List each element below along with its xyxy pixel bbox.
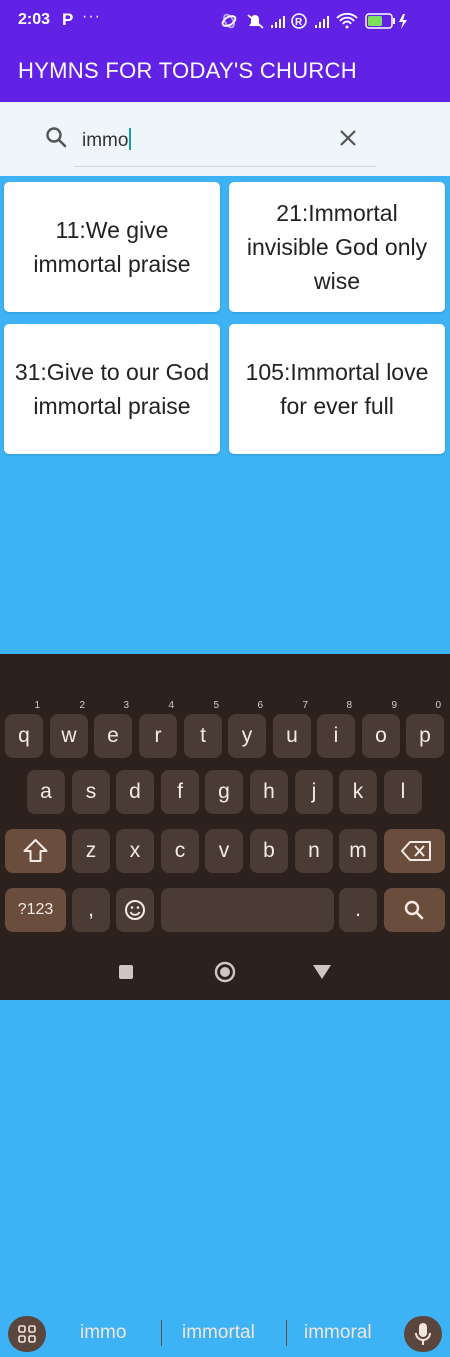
suggestion-word[interactable]: immortal (182, 1322, 255, 1344)
key-label: t (200, 724, 206, 747)
svg-text:R: R (295, 17, 303, 28)
backspace-key[interactable] (384, 829, 445, 873)
key-t[interactable]: t5 (184, 700, 222, 758)
app-title: HYMNS FOR TODAY'S CHURCH (18, 58, 357, 83)
key-hint: 3 (123, 700, 129, 711)
p-notification-icon: P (62, 10, 74, 29)
key-label: y (241, 724, 253, 747)
key-s[interactable]: s (72, 770, 110, 814)
app-bar: HYMNS FOR TODAY'S CHURCH (0, 40, 450, 102)
back-icon[interactable] (313, 965, 331, 979)
more-notifications-icon: ··· (82, 8, 101, 25)
suggestion-word[interactable]: immo (80, 1322, 126, 1344)
nav-buttons (119, 961, 331, 983)
hymn-card-label: 105:Immortal love for ever full (245, 359, 429, 419)
key-period[interactable]: . (339, 888, 377, 932)
hymn-card[interactable]: 31:Give to our God immortal praise (4, 324, 220, 454)
key-hint: 1 (34, 700, 40, 711)
key-w[interactable]: w2 (50, 700, 88, 758)
key-l[interactable]: l (384, 770, 422, 814)
symbols-key[interactable]: ?123 (5, 888, 66, 932)
voice-input-button[interactable] (404, 1316, 442, 1352)
hymn-card-label: 31:Give to our God immortal praise (14, 359, 210, 419)
backspace-icon (401, 841, 431, 861)
key-c[interactable]: c (161, 829, 199, 873)
key-hint: 6 (257, 700, 263, 711)
key-p[interactable]: p0 (406, 700, 444, 758)
key-comma[interactable]: , (72, 888, 110, 932)
close-icon[interactable] (337, 127, 359, 149)
system-navigation-bar (0, 944, 450, 1000)
emoji-key[interactable] (116, 888, 154, 932)
key-k[interactable]: k (339, 770, 377, 814)
microphone-icon (415, 1323, 431, 1345)
hymn-card[interactable]: 105:Immortal love for ever full (229, 324, 445, 454)
key-i[interactable]: i8 (317, 700, 355, 758)
suggestion-divider (286, 1320, 287, 1346)
key-b[interactable]: b (250, 829, 288, 873)
key-q[interactable]: q1 (5, 700, 43, 758)
status-icons: R (219, 10, 434, 35)
key-e[interactable]: e3 (94, 700, 132, 758)
key-j[interactable]: j (295, 770, 333, 814)
key-r[interactable]: r4 (139, 700, 177, 758)
search-action-key[interactable] (384, 888, 445, 932)
key-z[interactable]: z (72, 829, 110, 873)
status-icons-svg: R (221, 12, 407, 29)
suggestion-strip: immo immortal immoral (0, 654, 450, 1352)
key-label: r (154, 724, 162, 747)
search-icon (46, 127, 67, 148)
key-hint: 0 (435, 700, 441, 711)
text-caret (129, 128, 132, 150)
key-x[interactable]: x (116, 829, 154, 873)
key-label: o (375, 724, 387, 747)
search-icon (404, 900, 424, 920)
key-label: w (61, 724, 77, 747)
hymn-card[interactable]: 21:Immortal invisible God only wise (229, 182, 445, 312)
search-value: immo (82, 130, 129, 151)
space-bar[interactable] (161, 888, 334, 932)
key-n[interactable]: n (295, 829, 333, 873)
grid-icon (18, 1325, 36, 1343)
key-hint: 5 (213, 700, 219, 711)
key-hint: 2 (79, 700, 85, 711)
hymn-card-label: 21:Immortal invisible God only wise (246, 200, 428, 294)
key-label: p (419, 724, 431, 747)
hymn-card-label: 11:We give immortal praise (33, 217, 191, 277)
key-f[interactable]: f (161, 770, 199, 814)
key-a[interactable]: a (27, 770, 65, 814)
key-label: e (107, 724, 119, 747)
recents-icon[interactable] (119, 965, 133, 979)
key-u[interactable]: u7 (273, 700, 311, 758)
emoji-icon (125, 900, 145, 920)
keyboard-menu-button[interactable] (8, 1316, 46, 1352)
shift-icon (23, 839, 48, 862)
suggestion-word[interactable]: immoral (304, 1322, 372, 1344)
key-v[interactable]: v (205, 829, 243, 873)
key-hint: 9 (391, 700, 397, 711)
key-o[interactable]: o9 (362, 700, 400, 758)
key-hint: 4 (168, 700, 174, 711)
key-label: u (286, 724, 298, 747)
hymn-card[interactable]: 11:We give immortal praise (4, 182, 220, 312)
search-input-text[interactable]: immo (82, 128, 132, 152)
key-h[interactable]: h (250, 770, 288, 814)
status-bar: 2:03 P ··· R (0, 0, 450, 40)
suggestion-divider (161, 1320, 162, 1346)
status-time: 2:03 (18, 11, 51, 28)
key-y[interactable]: y6 (228, 700, 266, 758)
key-label: i (333, 724, 339, 747)
key-hint: 8 (346, 700, 352, 711)
key-d[interactable]: d (116, 770, 154, 814)
shift-key[interactable] (5, 829, 66, 873)
key-hint: 7 (302, 700, 308, 711)
key-g[interactable]: g (205, 770, 243, 814)
key-m[interactable]: m (339, 829, 377, 873)
key-label: q (18, 724, 30, 747)
